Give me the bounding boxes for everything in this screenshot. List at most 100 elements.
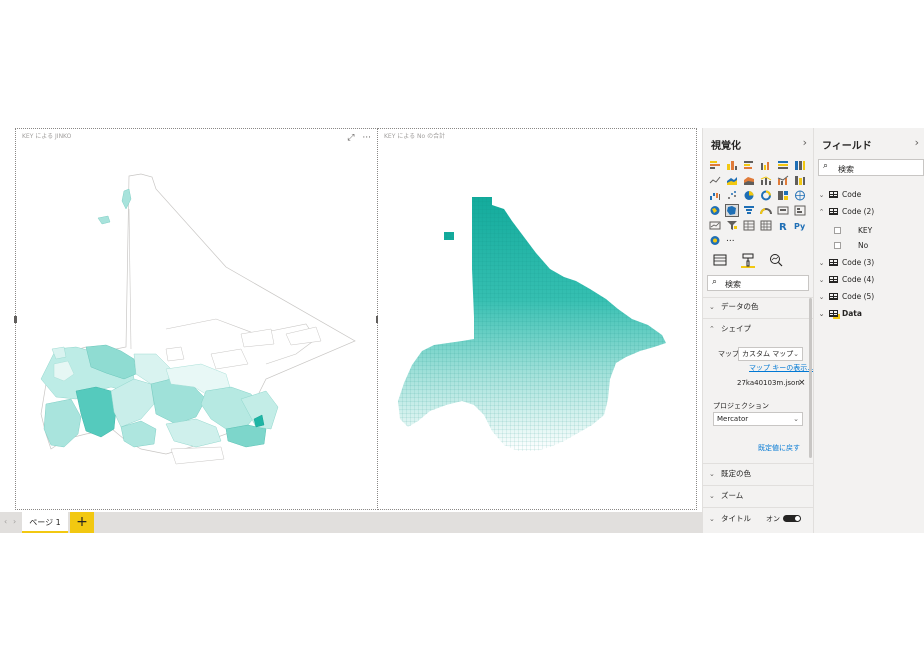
pie-chart-icon[interactable] [743, 190, 755, 201]
table-in-use-icon [829, 310, 838, 317]
field-no[interactable]: No [834, 241, 868, 250]
clustered-column-chart-icon[interactable] [760, 160, 772, 171]
table-icon[interactable] [743, 220, 755, 231]
shape-map-icon[interactable] [725, 204, 739, 217]
projection-dropdown[interactable]: Mercator ⌄ [713, 412, 803, 426]
r-script-visual-icon[interactable]: R [777, 220, 789, 231]
clustered-bar-chart-icon[interactable] [743, 160, 755, 171]
fields-title: フィールド [822, 141, 872, 152]
section-default-color[interactable]: ⌄ 既定の色 [709, 468, 751, 479]
chevron-right-icon[interactable]: › [803, 136, 807, 149]
arcgis-map-icon[interactable] [709, 235, 721, 246]
stacked-area-chart-icon[interactable] [743, 175, 755, 186]
fields-pane: フィールド › ⌕ 検索 ⌄ Code ⌃ Code (2) KEY No ⌄ Cod… [813, 128, 924, 533]
chevron-down-icon: ⌄ [793, 415, 799, 423]
chevron-up-icon: ⌃ [709, 324, 715, 333]
area-chart-icon[interactable] [726, 175, 738, 186]
chevron-down-icon: ⌄ [818, 190, 825, 199]
field-checkbox[interactable] [834, 242, 841, 249]
filled-map-icon[interactable] [709, 205, 721, 216]
title-toggle-switch[interactable] [783, 515, 801, 522]
100-stacked-bar-chart-icon[interactable] [777, 160, 789, 171]
chevron-down-icon: ⌄ [818, 258, 825, 267]
projection-label: プロジェクション [713, 402, 769, 410]
field-checkbox[interactable] [834, 227, 841, 234]
chevron-down-icon: ⌄ [709, 514, 715, 523]
donut-chart-icon[interactable] [760, 190, 772, 201]
format-search-input[interactable]: ⌕ 検索 [707, 275, 809, 291]
table-icon [829, 191, 838, 198]
shape-map-visual-no-sum[interactable]: KEY による No の合計 [378, 128, 697, 510]
reset-to-default-link[interactable]: 既定値に戻す [758, 443, 800, 453]
more-visuals-icon[interactable]: ... [726, 235, 738, 246]
pane-scrollbar[interactable] [809, 298, 812, 458]
view-map-keys-link[interactable]: マップ キーの表示... [749, 363, 814, 373]
region-map [40, 173, 356, 465]
scatter-chart-icon[interactable] [726, 190, 738, 201]
chevron-right-icon[interactable]: › [915, 136, 919, 149]
next-page-arrow-icon[interactable]: › [13, 517, 16, 526]
chevron-down-icon: ⌄ [818, 275, 825, 284]
remove-file-close-icon[interactable]: × [798, 378, 806, 388]
grid-map [398, 197, 666, 451]
search-icon: ⌕ [823, 161, 829, 171]
treemap-icon[interactable] [777, 190, 789, 201]
svg-text:Py: Py [794, 222, 806, 231]
multi-row-card-icon[interactable] [794, 205, 806, 216]
format-paint-roller-icon[interactable] [741, 252, 755, 268]
visualizations-title: 視覚化 [711, 141, 741, 152]
chevron-down-icon: ⌄ [818, 309, 825, 318]
ribbon-chart-icon[interactable] [794, 175, 806, 186]
search-icon: ⌕ [712, 277, 718, 287]
analytics-magnifier-icon[interactable] [769, 252, 783, 267]
page-tab-bar: ‹ › ページ 1 + [0, 512, 702, 533]
page-tab-1[interactable]: ページ 1 [22, 512, 68, 533]
card-icon[interactable] [777, 205, 789, 216]
search-placeholder: 検索 [838, 165, 854, 174]
shape-map-visual-jinko[interactable]: KEY による JINKO ⤢ ··· [14, 128, 379, 510]
add-page-button[interactable]: + [70, 512, 94, 533]
chevron-down-icon: ⌄ [709, 469, 715, 478]
section-title[interactable]: ⌄ タイトル [709, 513, 751, 524]
kpi-icon[interactable] [709, 220, 721, 231]
table-data[interactable]: ⌄ Data [818, 309, 862, 318]
slicer-icon[interactable] [726, 220, 738, 231]
chevron-down-icon: ⌄ [793, 350, 799, 358]
visualizations-pane: 視覚化 › R Py ... ⌕ 検索 ⌄ データの色 ⌃ シェイプ マップ カ… [702, 128, 814, 533]
fields-search-input[interactable]: ⌕ 検索 [818, 159, 924, 176]
line-and-column-chart-icon[interactable] [760, 175, 772, 186]
section-shape[interactable]: ⌃ シェイプ [709, 323, 751, 334]
section-zoom[interactable]: ⌄ ズーム [709, 490, 743, 501]
fields-well-icon[interactable] [713, 252, 727, 266]
100-stacked-column-chart-icon[interactable] [794, 160, 806, 171]
field-key[interactable]: KEY [834, 226, 872, 235]
chevron-up-icon: ⌃ [818, 207, 825, 216]
visual-type-gallery: R Py ... [709, 160, 811, 250]
line-chart-icon[interactable] [709, 175, 721, 186]
table-code-3[interactable]: ⌄ Code (3) [818, 258, 875, 267]
prev-page-arrow-icon[interactable]: ‹ [4, 517, 7, 526]
custom-map-file-name: 27ka40103m.json [737, 379, 800, 387]
chevron-down-icon: ⌄ [709, 491, 715, 500]
pane-mode-tabs [713, 252, 783, 268]
stacked-bar-chart-icon[interactable] [709, 160, 721, 171]
search-placeholder: 検索 [725, 280, 741, 289]
table-code-4[interactable]: ⌄ Code (4) [818, 275, 875, 284]
section-data-colors[interactable]: ⌄ データの色 [709, 301, 759, 312]
table-code-2[interactable]: ⌃ Code (2) [818, 207, 875, 216]
table-code[interactable]: ⌄ Code [818, 190, 862, 199]
matrix-icon[interactable] [760, 220, 772, 231]
map-type-dropdown[interactable]: カスタム マップ ⌄ [738, 347, 803, 361]
line-and-clustered-column-icon[interactable] [777, 175, 789, 186]
stacked-column-chart-icon[interactable] [726, 160, 738, 171]
map-label: マップ [718, 350, 739, 358]
funnel-chart-icon[interactable] [743, 205, 755, 216]
gauge-icon[interactable] [760, 205, 772, 216]
table-code-5[interactable]: ⌄ Code (5) [818, 292, 875, 301]
chevron-down-icon: ⌄ [709, 302, 715, 311]
map-globe-icon[interactable] [794, 190, 806, 201]
title-toggle-label: オン [766, 515, 780, 523]
waterfall-chart-icon[interactable] [709, 190, 721, 201]
python-visual-icon[interactable]: Py [794, 220, 806, 231]
svg-text:R: R [779, 222, 787, 231]
